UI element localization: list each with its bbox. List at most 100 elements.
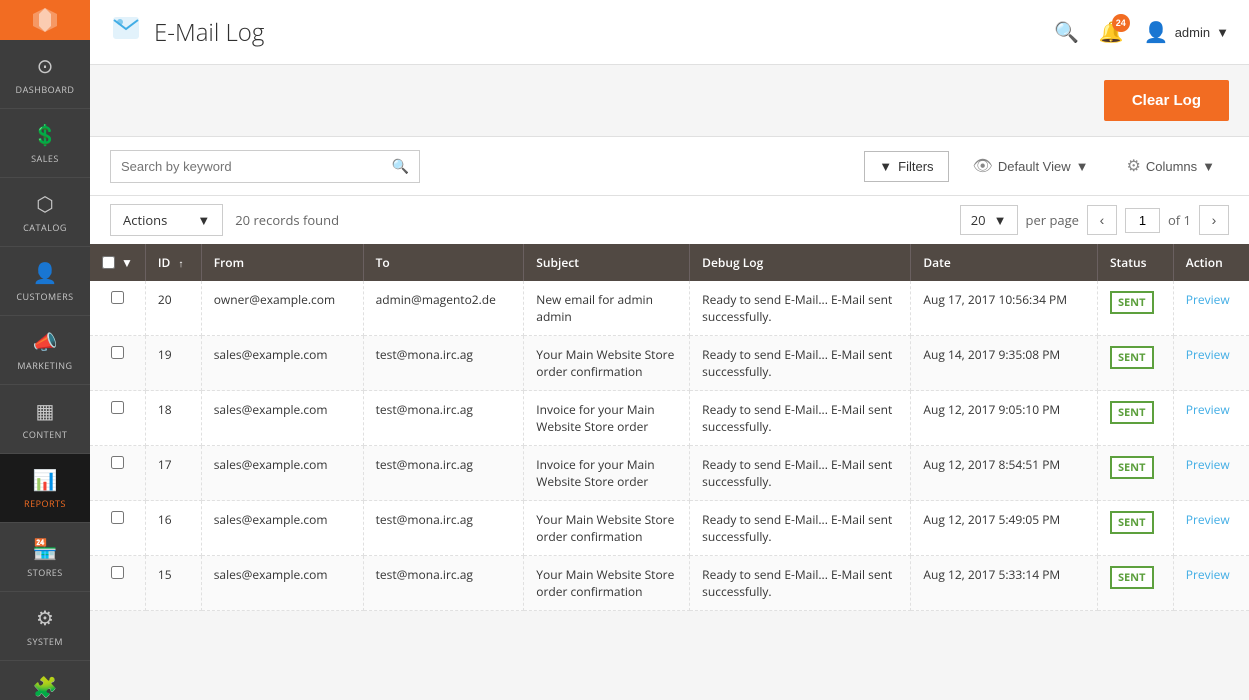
sidebar-item-system[interactable]: ⚙ SYSTEM [0, 592, 90, 661]
preview-link[interactable]: Preview [1186, 291, 1230, 308]
row-subject: Invoice for your Main Website Store orde… [524, 391, 690, 446]
pagination: 20 ▼ per page ‹ of 1 › [960, 205, 1229, 235]
sidebar-item-catalog[interactable]: ⬡ CATALOG [0, 178, 90, 247]
header-right: 🔍 🔔 24 👤 admin ▼ [1054, 20, 1229, 45]
filter-icon: ▼ [879, 159, 892, 174]
row-debug-log: Ready to send E-Mail... E-Mail sent succ… [690, 281, 911, 336]
row-checkbox[interactable] [111, 566, 124, 579]
row-to: test@mona.irc.ag [363, 556, 524, 611]
header-search-button[interactable]: 🔍 [1054, 20, 1079, 45]
preview-link[interactable]: Preview [1186, 511, 1230, 528]
row-status: SENT [1097, 556, 1173, 611]
sidebar-item-sales[interactable]: 💲 SALES [0, 109, 90, 178]
default-view-label: Default View [998, 159, 1071, 174]
table-row: 19 sales@example.com test@mona.irc.ag Yo… [90, 336, 1249, 391]
current-page-input[interactable] [1125, 208, 1160, 233]
search-icon[interactable]: 🔍 [392, 157, 409, 176]
main-content: E-Mail Log 🔍 🔔 24 👤 admin ▼ Clear Log 🔍 [90, 0, 1249, 700]
th-from[interactable]: From [201, 244, 363, 281]
row-checkbox[interactable] [111, 401, 124, 414]
select-all-checkbox[interactable] [102, 256, 115, 269]
partners-icon: 🧩 [33, 673, 58, 700]
status-badge: SENT [1110, 566, 1154, 589]
catalog-icon: ⬡ [36, 190, 53, 217]
table-toolbar: 🔍 ▼ Filters 👁 Default View ▼ ⚙ Columns ▼ [90, 137, 1249, 196]
sidebar-item-content[interactable]: ▦ CONTENT [0, 385, 90, 454]
sidebar-item-label: SALES [31, 152, 59, 165]
status-badge: SENT [1110, 456, 1154, 479]
system-icon: ⚙ [36, 604, 54, 631]
row-status: SENT [1097, 501, 1173, 556]
row-action: Preview [1173, 336, 1249, 391]
toolbar-right: ▼ Filters 👁 Default View ▼ ⚙ Columns ▼ [864, 149, 1229, 183]
search-box[interactable]: 🔍 [110, 150, 420, 183]
row-checkbox[interactable] [111, 346, 124, 359]
filters-label: Filters [898, 159, 933, 174]
row-status: SENT [1097, 281, 1173, 336]
admin-label: admin [1175, 25, 1210, 40]
row-id: 18 [145, 391, 201, 446]
sidebar-item-find-partners[interactable]: 🧩 FIND PARTNERS & EXTENSIONS [0, 661, 90, 700]
admin-avatar-icon: 👤 [1144, 20, 1169, 45]
row-to: test@mona.irc.ag [363, 336, 524, 391]
th-to[interactable]: To [363, 244, 524, 281]
sidebar-item-reports[interactable]: 📊 REPORTS [0, 454, 90, 523]
row-date: Aug 12, 2017 9:05:10 PM [911, 391, 1098, 446]
row-status: SENT [1097, 446, 1173, 501]
next-page-button[interactable]: › [1199, 205, 1229, 235]
row-debug-log: Ready to send E-Mail... E-Mail sent succ… [690, 336, 911, 391]
preview-link[interactable]: Preview [1186, 401, 1230, 418]
row-action: Preview [1173, 391, 1249, 446]
customers-icon: 👤 [33, 259, 58, 286]
row-checkbox-cell [90, 501, 145, 556]
dashboard-icon: ⊙ [37, 52, 54, 79]
row-to: test@mona.irc.ag [363, 501, 524, 556]
notification-button[interactable]: 🔔 24 [1099, 20, 1124, 45]
content-icon: ▦ [36, 397, 55, 424]
default-view-button[interactable]: 👁 Default View ▼ [959, 149, 1103, 183]
columns-button[interactable]: ⚙ Columns ▼ [1112, 149, 1229, 183]
th-subject[interactable]: Subject [524, 244, 690, 281]
row-checkbox-cell [90, 281, 145, 336]
action-bar: Clear Log [90, 65, 1249, 137]
row-id: 17 [145, 446, 201, 501]
th-debug-log[interactable]: Debug Log [690, 244, 911, 281]
row-debug-log: Ready to send E-Mail... E-Mail sent succ… [690, 391, 911, 446]
th-status[interactable]: Status [1097, 244, 1173, 281]
th-action[interactable]: Action [1173, 244, 1249, 281]
email-log-icon [110, 12, 142, 53]
sidebar-item-stores[interactable]: 🏪 STORES [0, 523, 90, 592]
admin-menu-button[interactable]: 👤 admin ▼ [1144, 20, 1229, 45]
sidebar-item-dashboard[interactable]: ⊙ DASHBOARD [0, 40, 90, 109]
th-checkbox-dropdown-icon[interactable]: ▼ [121, 254, 133, 271]
preview-link[interactable]: Preview [1186, 566, 1230, 583]
preview-link[interactable]: Preview [1186, 456, 1230, 473]
eye-icon: 👁 [973, 156, 993, 176]
page-size-dropdown-icon: ▼ [994, 211, 1007, 229]
sidebar-item-customers[interactable]: 👤 CUSTOMERS [0, 247, 90, 316]
admin-dropdown-icon: ▼ [1216, 25, 1229, 40]
th-id[interactable]: ID ↑ [145, 244, 201, 281]
row-to: test@mona.irc.ag [363, 391, 524, 446]
filters-button[interactable]: ▼ Filters [864, 151, 948, 182]
row-checkbox[interactable] [111, 291, 124, 304]
table-row: 15 sales@example.com test@mona.irc.ag Yo… [90, 556, 1249, 611]
row-checkbox[interactable] [111, 511, 124, 524]
preview-link[interactable]: Preview [1186, 346, 1230, 363]
th-date[interactable]: Date [911, 244, 1098, 281]
search-input[interactable] [121, 159, 392, 174]
table-row: 20 owner@example.com admin@magento2.de N… [90, 281, 1249, 336]
sidebar-item-label: DASHBOARD [16, 83, 75, 96]
actions-dropdown[interactable]: Actions ▼ [110, 204, 223, 236]
row-status: SENT [1097, 391, 1173, 446]
clear-log-button[interactable]: Clear Log [1104, 80, 1229, 121]
prev-page-button[interactable]: ‹ [1087, 205, 1117, 235]
reports-icon: 📊 [33, 466, 58, 493]
content-area: Clear Log 🔍 ▼ Filters 👁 Default View ▼ [90, 65, 1249, 700]
view-dropdown-icon: ▼ [1076, 159, 1089, 174]
sidebar-item-marketing[interactable]: 📣 MARKETING [0, 316, 90, 385]
row-from: sales@example.com [201, 391, 363, 446]
row-checkbox[interactable] [111, 456, 124, 469]
sidebar-item-label: REPORTS [24, 497, 66, 510]
page-size-dropdown[interactable]: 20 ▼ [960, 205, 1018, 235]
